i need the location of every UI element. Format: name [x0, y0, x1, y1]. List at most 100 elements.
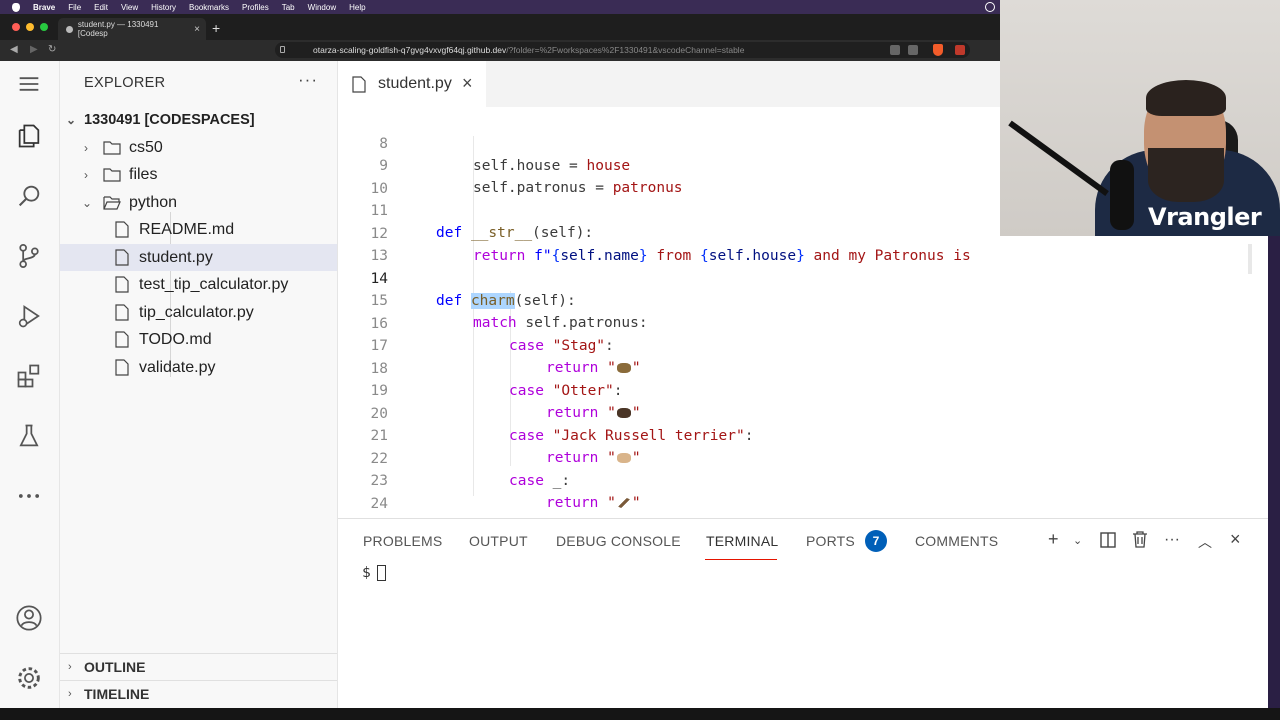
url-field[interactable]: otarza-scaling-goldfish-q7gvg4vxvgf64qj.… [275, 42, 970, 58]
accounts-icon[interactable] [14, 603, 44, 633]
menu-edit[interactable]: Edit [94, 3, 108, 12]
close-tab-icon[interactable]: × [194, 24, 200, 35]
file-icon [115, 304, 129, 321]
chevron-down-icon[interactable]: ⌄ [1073, 534, 1082, 547]
source-control-icon[interactable] [14, 241, 44, 271]
tab-output[interactable]: OUTPUT [469, 533, 528, 549]
outline-section[interactable]: › OUTLINE [60, 653, 337, 680]
tree-item-label: student.py [139, 248, 213, 266]
brave-rewards-icon[interactable] [955, 45, 965, 55]
tree-item-label: README.md [139, 220, 235, 238]
menu-help[interactable]: Help [349, 3, 365, 12]
menu-window[interactable]: Window [308, 3, 336, 12]
code-line[interactable]: 19 return " " [338, 357, 1268, 422]
tree-item-todo[interactable]: TODO.md [60, 326, 337, 353]
run-debug-icon[interactable] [14, 301, 44, 331]
code-line[interactable]: 16 case "Stag": [338, 290, 1268, 355]
code-line[interactable]: 24 [338, 470, 1268, 512]
tree-item-test-tip-calculator[interactable]: test_tip_calculator.py [60, 271, 337, 298]
status-menu-icon[interactable] [985, 2, 995, 12]
folder-open-icon [103, 196, 121, 210]
maximize-window-icon[interactable] [40, 23, 48, 31]
github-icon [66, 25, 73, 33]
close-editor-icon[interactable]: × [462, 73, 473, 94]
code-line[interactable]: 20 case "Jack Russell terrier": [338, 380, 1268, 445]
outline-label: OUTLINE [84, 659, 146, 675]
tree-item-student[interactable]: student.py [60, 244, 337, 271]
presenter-hair [1146, 80, 1226, 116]
active-tab-indicator [705, 559, 777, 560]
menu-view[interactable]: View [121, 3, 138, 12]
explorer-more-actions-icon[interactable]: ··· [298, 70, 318, 90]
file-icon [352, 75, 366, 93]
code-line[interactable]: 18 case "Otter": [338, 335, 1268, 400]
prompt-symbol: $ [362, 565, 371, 581]
tree-item-tip-calculator[interactable]: tip_calculator.py [60, 299, 337, 326]
forward-icon[interactable]: ▶ [30, 44, 38, 55]
tree-item-files[interactable]: › files [60, 161, 337, 188]
split-terminal-icon[interactable] [1100, 532, 1116, 548]
editor-tab-student[interactable]: student.py × [338, 61, 486, 107]
terminal-prompt[interactable]: $ [362, 565, 386, 581]
apple-logo-icon[interactable] [12, 2, 20, 12]
settings-gear-icon[interactable] [14, 663, 44, 693]
timeline-section[interactable]: › TIMELINE [60, 680, 337, 707]
menu-history[interactable]: History [151, 3, 176, 12]
tab-comments[interactable]: COMMENTS [915, 533, 998, 549]
menu-icon[interactable] [14, 69, 44, 99]
tree-item-cs50[interactable]: › cs50 [60, 134, 337, 161]
close-panel-icon[interactable]: × [1230, 529, 1241, 550]
code-line[interactable]: 22 case _: [338, 425, 1268, 490]
tree-item-label: test_tip_calculator.py [139, 275, 289, 293]
tab-debug-console[interactable]: DEBUG CONSOLE [556, 533, 681, 549]
workspace-root[interactable]: ⌄ 1330491 [CODESPACES] [60, 106, 337, 133]
minimize-window-icon[interactable] [26, 23, 34, 31]
search-icon[interactable] [14, 181, 44, 211]
tab-ports[interactable]: PORTS [806, 533, 855, 549]
trash-icon[interactable] [1132, 531, 1148, 548]
share-icon[interactable] [890, 45, 900, 55]
more-actions-icon[interactable]: ··· [1164, 531, 1180, 549]
tab-problems[interactable]: PROBLEMS [363, 533, 442, 549]
new-terminal-icon[interactable]: + [1048, 529, 1059, 550]
bottom-panel: PROBLEMS OUTPUT DEBUG CONSOLE TERMINAL P… [338, 518, 1268, 708]
explorer-icon[interactable] [14, 121, 44, 151]
menu-profiles[interactable]: Profiles [242, 3, 269, 12]
desktop-edge [0, 708, 1280, 720]
folder-icon [103, 168, 121, 182]
menu-app-name[interactable]: Brave [33, 3, 55, 12]
menu-bookmarks[interactable]: Bookmarks [189, 3, 229, 12]
code-line[interactable]: 17 return " " [338, 312, 1268, 377]
code-line[interactable]: 15 match self.patronus: [338, 267, 1268, 332]
browser-tab[interactable]: student.py — 1330491 [Codesp × [58, 18, 206, 40]
testing-icon[interactable] [14, 421, 44, 451]
tree-item-python[interactable]: ⌄ python [60, 189, 337, 216]
new-tab-icon[interactable]: + [212, 20, 220, 36]
tree-item-label: files [129, 165, 158, 183]
desktop-edge [1268, 236, 1280, 720]
extensions-icon[interactable] [14, 361, 44, 391]
chevron-right-icon: › [68, 688, 72, 700]
more-views-icon[interactable] [14, 481, 44, 511]
back-icon[interactable]: ◀ [10, 44, 18, 55]
menu-tab[interactable]: Tab [282, 3, 295, 12]
code-line[interactable]: 23 return " " [338, 447, 1268, 512]
zoom-icon[interactable] [908, 45, 918, 55]
tree-item-readme[interactable]: README.md [60, 216, 337, 243]
menu-file[interactable]: File [68, 3, 81, 12]
tree-item-validate[interactable]: validate.py [60, 354, 337, 381]
tree-item-label: python [129, 193, 178, 211]
workspace-root-label: 1330491 [CODESPACES] [84, 111, 255, 128]
tab-terminal[interactable]: TERMINAL [706, 533, 778, 549]
maximize-panel-icon[interactable]: ︿ [1198, 532, 1212, 552]
code-line[interactable]: 21 return " " [338, 402, 1268, 467]
chevron-right-icon: › [84, 140, 88, 155]
file-icon [115, 221, 129, 238]
code-line[interactable]: 25 [338, 492, 1268, 534]
brave-shields-icon[interactable] [933, 44, 943, 56]
close-window-icon[interactable] [12, 23, 20, 31]
terminal-cursor [376, 565, 386, 581]
code-line[interactable]: 14 def charm(self): [338, 245, 1268, 309]
reload-icon[interactable]: ↻ [48, 44, 56, 55]
chevron-right-icon: › [68, 661, 72, 673]
